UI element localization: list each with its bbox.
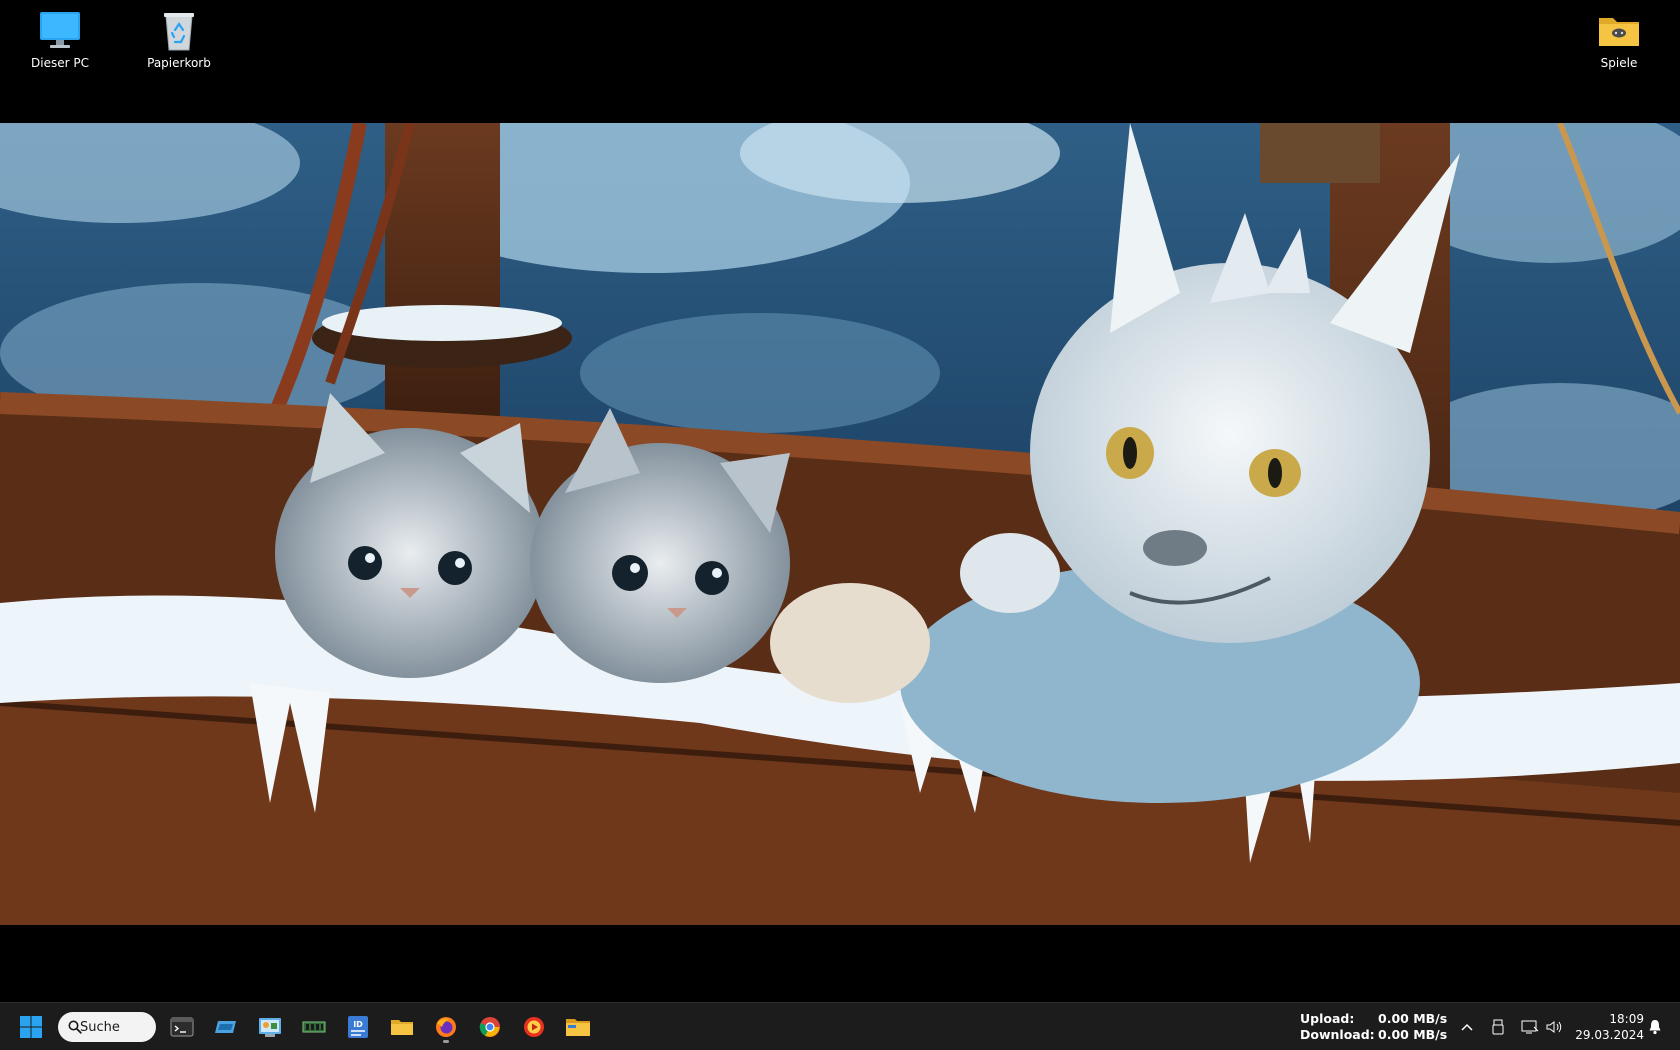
recycle-bin-icon [157,8,201,52]
desktop-icon-label: Dieser PC [31,56,89,70]
start-button[interactable] [14,1011,48,1043]
taskbar-search[interactable]: Suche [58,1012,156,1042]
taskbar-app-control-panel[interactable] [252,1011,288,1043]
taskbar-app-id[interactable]: ID [340,1011,376,1043]
taskbar-app-firefox[interactable] [428,1011,464,1043]
folder-yellow-icon [566,1019,590,1036]
desktop-icon-games-folder[interactable]: Spiele [1569,8,1669,80]
wallpaper-image [0,123,1680,925]
folder-icon [391,1020,413,1035]
taskbar-app-file-manager[interactable] [560,1011,596,1043]
search-label: Suche [80,1019,120,1035]
taskbar-app-chrome[interactable] [472,1011,508,1043]
desktop-icon-label: Spiele [1600,56,1638,70]
folder-games-icon [1597,8,1641,52]
desktop-icon-label: Papierkorb [147,56,211,70]
download-label: Download: [1300,1027,1375,1042]
download-value: 0.00 MB/s [1378,1027,1448,1042]
svg-text:ID: ID [353,1020,363,1029]
search-icon [68,1020,82,1038]
taskbar-app-drive[interactable] [208,1011,244,1043]
upload-value: 0.00 MB/s [1378,1011,1448,1026]
chrome-icon [479,1017,500,1037]
taskbar: Suche ID Upload: 0.00 MB/s Download: 0.0… [0,1002,1680,1050]
network-icon[interactable] [1520,1017,1540,1037]
system-clock[interactable]: 18:09 29.03.2024 [1568,1011,1644,1043]
network-monitor: Upload: 0.00 MB/s Download: 0.00 MB/s [1300,1011,1450,1043]
desktop-icon-recycle-bin[interactable]: Papierkorb [129,8,229,80]
play-icon [524,1017,544,1037]
taskbar-app-explorer[interactable] [384,1011,420,1043]
upload-label: Upload: [1300,1011,1355,1026]
desktop: Dieser PC Papierkorb Spiele [0,0,1680,1002]
taskbar-app-media-player[interactable] [516,1011,552,1043]
firefox-icon [436,1017,456,1037]
monitor-icon [38,8,82,52]
id-card-icon: ID [348,1016,368,1038]
drive-icon [215,1021,236,1033]
clock-time: 18:09 [1609,1012,1644,1026]
chevron-up-icon[interactable] [1457,1017,1477,1037]
active-indicator [443,1040,449,1043]
usb-drive-icon[interactable] [1488,1017,1508,1037]
taskbar-app-terminal[interactable] [164,1011,200,1043]
speaker-icon[interactable] [1544,1017,1564,1037]
clock-date: 29.03.2024 [1575,1028,1644,1042]
memory-icon [302,1021,326,1033]
windows-logo-icon [20,1016,42,1038]
control-panel-icon [259,1018,281,1037]
terminal-icon [170,1017,194,1037]
taskbar-app-memory-monitor[interactable] [296,1011,332,1043]
desktop-icon-this-pc[interactable]: Dieser PC [10,8,110,80]
notification-bell-icon[interactable] [1645,1017,1665,1037]
